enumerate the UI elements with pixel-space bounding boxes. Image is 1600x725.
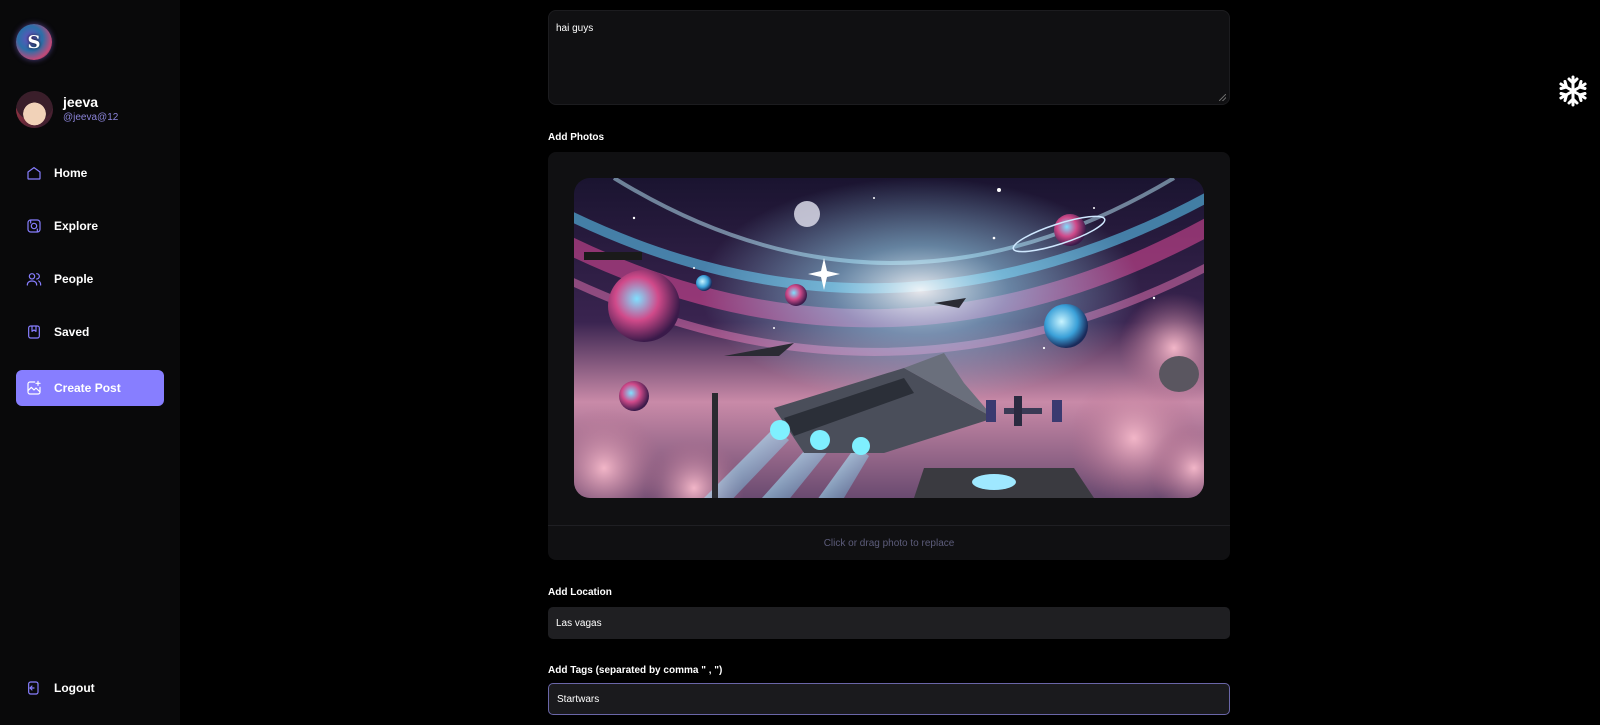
- caption-textarea[interactable]: hai guys: [548, 10, 1230, 105]
- home-icon: [26, 165, 42, 181]
- logout-label: Logout: [54, 681, 95, 695]
- create-post-icon: [26, 380, 42, 396]
- sidebar-item-label: Saved: [54, 325, 90, 339]
- add-location-label: Add Location: [548, 587, 612, 598]
- avatar: [16, 91, 53, 128]
- sidebar-item-label: Explore: [54, 219, 99, 233]
- profile-name: jeeva: [63, 94, 99, 110]
- profile-card[interactable]: jeeva @jeeva@12: [16, 91, 118, 128]
- tags-value: Startwars: [557, 693, 600, 705]
- sidebar-item-create-post[interactable]: Create Post: [16, 370, 164, 406]
- photo-dropzone[interactable]: Click or drag photo to replace: [548, 152, 1230, 560]
- sidebar: S jeeva @jeeva@12 Home Explore People Sa…: [0, 0, 180, 725]
- sidebar-item-home[interactable]: Home: [16, 155, 164, 191]
- photo-divider: [548, 525, 1230, 526]
- sidebar-item-saved[interactable]: Saved: [16, 314, 164, 350]
- sidebar-item-label: Home: [54, 166, 88, 180]
- logout-icon: [26, 680, 42, 696]
- snowflake-icon[interactable]: [1557, 75, 1589, 107]
- resize-grip-icon[interactable]: [1219, 94, 1226, 101]
- people-icon: [26, 271, 42, 287]
- bookmark-icon: [26, 324, 42, 340]
- sidebar-item-explore[interactable]: Explore: [16, 208, 164, 244]
- app-logo[interactable]: S: [16, 24, 52, 60]
- explore-icon: [26, 218, 42, 234]
- logout-button[interactable]: Logout: [16, 670, 164, 706]
- tags-input[interactable]: Startwars: [548, 683, 1230, 715]
- profile-handle: @jeeva@12: [63, 112, 119, 123]
- caption-value: hai guys: [556, 23, 594, 34]
- location-input[interactable]: Las vagas: [548, 607, 1230, 639]
- sidebar-item-label: People: [54, 272, 94, 286]
- sidebar-item-people[interactable]: People: [16, 261, 164, 297]
- uploaded-photo: [574, 178, 1204, 498]
- add-tags-label: Add Tags (separated by comma " , "): [548, 665, 723, 676]
- logo-letter: S: [27, 31, 41, 53]
- location-value: Las vagas: [556, 617, 602, 629]
- add-photos-label: Add Photos: [548, 132, 605, 143]
- sidebar-item-label: Create Post: [54, 381, 121, 395]
- photo-hint: Click or drag photo to replace: [823, 538, 955, 549]
